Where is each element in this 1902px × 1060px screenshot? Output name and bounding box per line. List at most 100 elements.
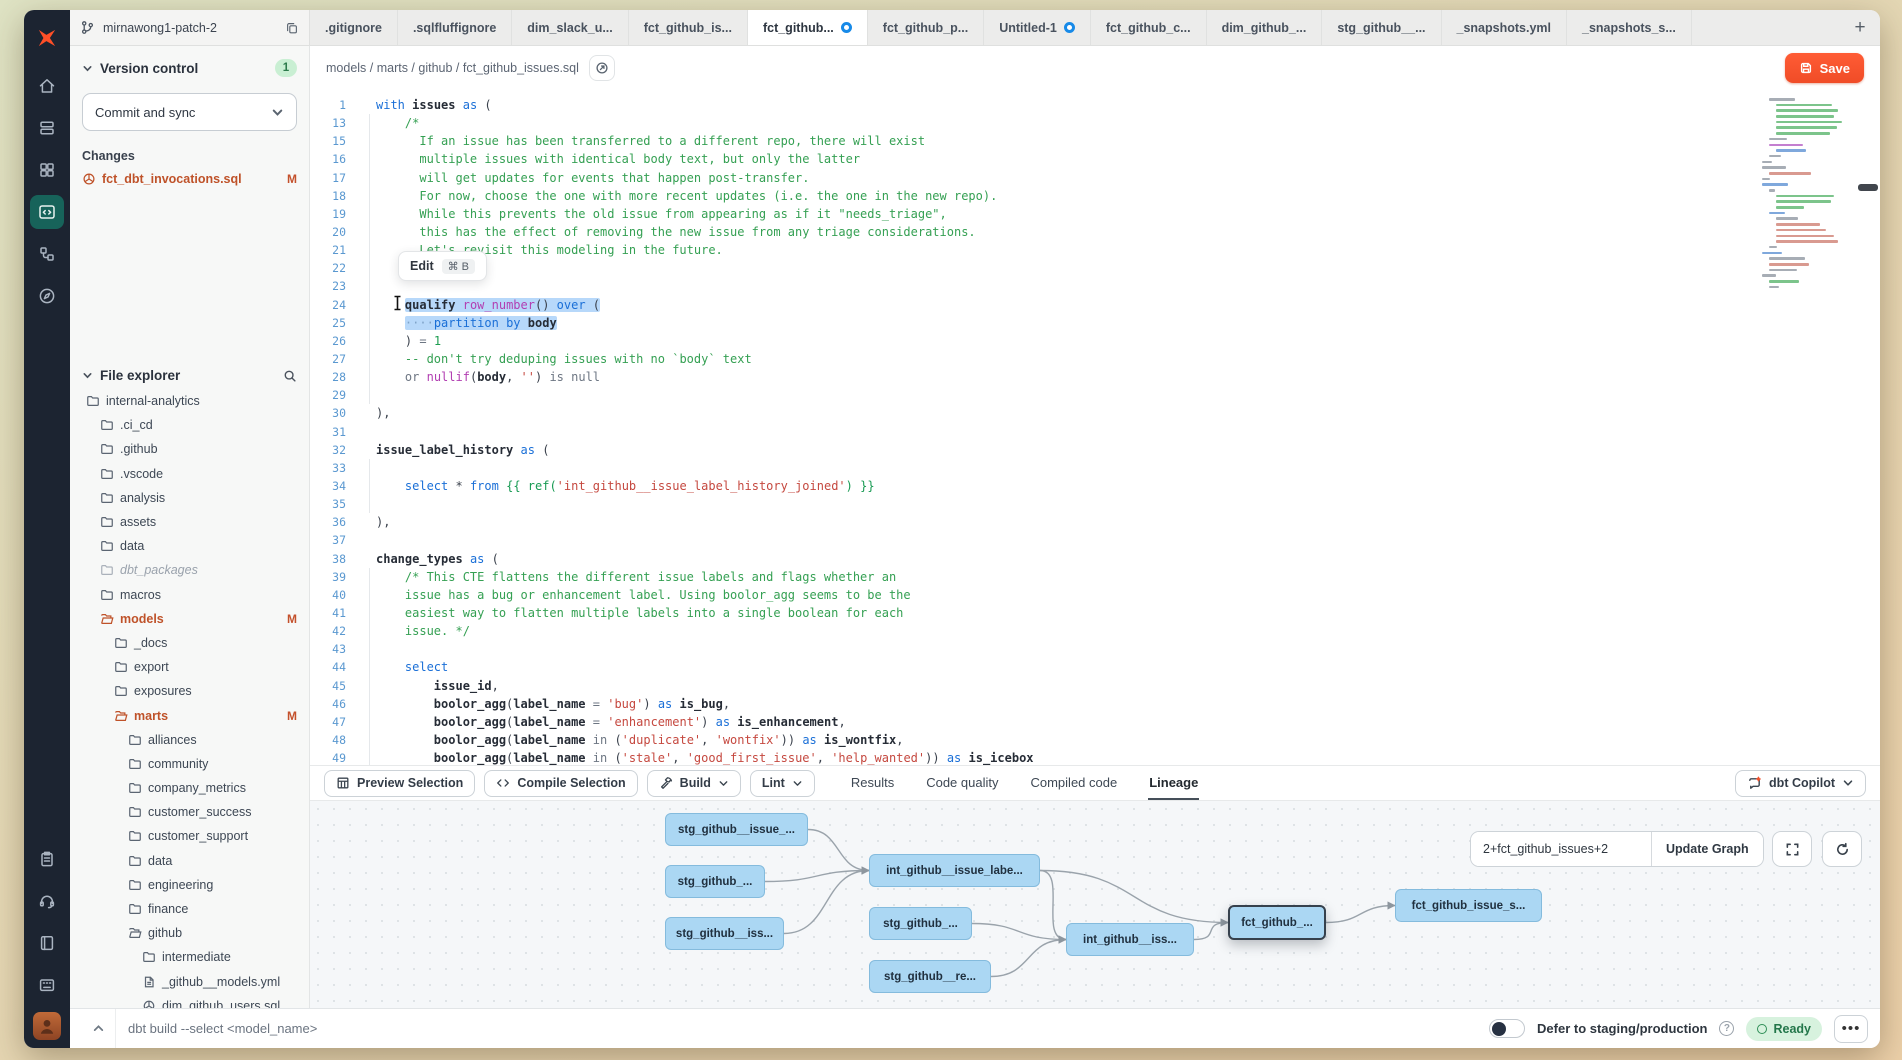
changed-file-row[interactable]: fct_dbt_invocations.sql M — [82, 172, 297, 186]
code-line-1[interactable]: 1with issues as ( — [310, 96, 1880, 114]
lineage-node-stg_github_-[interactable]: stg_github_... — [665, 865, 765, 898]
file-action-icon[interactable] — [589, 55, 615, 81]
code-line-33[interactable]: 33 — [310, 459, 1880, 477]
code-line-39[interactable]: 39 /* This CTE flattens the different is… — [310, 568, 1880, 586]
command-input[interactable]: dbt build --select <model_name> — [128, 1021, 1477, 1036]
code-line-17[interactable]: 17 will get updates for events that happ… — [310, 169, 1880, 187]
build-button[interactable]: Build — [647, 770, 741, 797]
dbt-copilot-button[interactable]: dbt Copilot — [1735, 770, 1866, 797]
lineage-node-stg_github_-[interactable]: stg_github_... — [869, 907, 972, 940]
code-line-21[interactable]: 21 Let's revisit this modeling in the fu… — [310, 241, 1880, 259]
fullscreen-button[interactable] — [1772, 831, 1812, 867]
refresh-graph-button[interactable] — [1822, 831, 1862, 867]
code-line-36[interactable]: 36), — [310, 513, 1880, 531]
expand-command-panel-button[interactable] — [82, 1009, 116, 1048]
code-line-20[interactable]: 20 this has the effect of removing the n… — [310, 223, 1880, 241]
code-line-38[interactable]: 38change_types as ( — [310, 550, 1880, 568]
scrollbar-thumb[interactable] — [1858, 184, 1878, 191]
code-line-13[interactable]: 13 /* — [310, 114, 1880, 132]
code-line-40[interactable]: 40 issue has a bug or enhancement label.… — [310, 586, 1880, 604]
tree-item-finance[interactable]: finance — [82, 897, 297, 921]
code-line-25[interactable]: 25 ····partition by body — [310, 314, 1880, 332]
tree-item-dim_github_users-sql[interactable]: dim_github_users.sql — [82, 994, 297, 1008]
support-headset-icon[interactable] — [30, 884, 64, 918]
code-line-26[interactable]: 26 ) = 1 — [310, 332, 1880, 350]
apps-grid-icon[interactable] — [30, 153, 64, 187]
lineage-node-stg_github__re-[interactable]: stg_github__re... — [869, 960, 991, 993]
code-line-22[interactable]: 22 — [310, 259, 1880, 277]
tree-item-_github__models-yml[interactable]: _github__models.yml — [82, 970, 297, 994]
lineage-selector-input[interactable] — [1471, 832, 1651, 866]
tree-item-alliances[interactable]: alliances — [82, 728, 297, 752]
tab-fct_github_c-[interactable]: fct_github_c... — [1091, 10, 1207, 45]
preview-selection-button[interactable]: Preview Selection — [324, 770, 475, 797]
code-line-23[interactable]: 23 — [310, 277, 1880, 295]
tab--gitignore[interactable]: .gitignore — [310, 10, 398, 45]
tree-item-engineering[interactable]: engineering — [82, 873, 297, 897]
home-icon[interactable] — [30, 69, 64, 103]
code-line-45[interactable]: 45 issue_id, — [310, 677, 1880, 695]
commit-and-sync-dropdown[interactable]: Commit and sync — [82, 93, 297, 131]
lineage-node-stg_github__iss-[interactable]: stg_github__iss... — [665, 917, 784, 950]
tree-item-data[interactable]: data — [82, 534, 297, 558]
tree-item-marts[interactable]: martsM — [82, 703, 297, 727]
tree-item-analysis[interactable]: analysis — [82, 486, 297, 510]
tab-code-quality[interactable]: Code quality — [925, 766, 999, 800]
tree-item-models[interactable]: modelsM — [82, 607, 297, 631]
code-line-42[interactable]: 42 issue. */ — [310, 622, 1880, 640]
tree-item-community[interactable]: community — [82, 752, 297, 776]
tab-untitled-1[interactable]: Untitled-1 — [984, 10, 1091, 45]
tree-item-intermediate[interactable]: intermediate — [82, 945, 297, 969]
tree-item--ci_cd[interactable]: .ci_cd — [82, 413, 297, 437]
shortcuts-keyboard-icon[interactable] — [30, 968, 64, 1002]
defer-toggle[interactable] — [1489, 1019, 1525, 1038]
code-line-30[interactable]: 30), — [310, 404, 1880, 422]
code-line-37[interactable]: 37 — [310, 531, 1880, 549]
tab-compiled-code[interactable]: Compiled code — [1029, 766, 1118, 800]
tab-fct_github_p-[interactable]: fct_github_p... — [868, 10, 984, 45]
git-branch-selector[interactable]: mirnawong1-patch-2 — [70, 10, 310, 45]
code-line-15[interactable]: 15 If an issue has been transferred to a… — [310, 132, 1880, 150]
code-line-18[interactable]: 18 For now, choose the one with more rec… — [310, 187, 1880, 205]
deploy-jobs-icon[interactable] — [30, 111, 64, 145]
code-minimap[interactable] — [1762, 98, 1858, 291]
tree-item-data[interactable]: data — [82, 849, 297, 873]
tree-item-_docs[interactable]: _docs — [82, 631, 297, 655]
code-line-27[interactable]: 27 -- don't try deduping issues with no … — [310, 350, 1880, 368]
tab-fct_github-[interactable]: fct_github... — [748, 10, 868, 45]
code-line-29[interactable]: 29 — [310, 386, 1880, 404]
explore-compass-icon[interactable] — [30, 279, 64, 313]
tree-item-assets[interactable]: assets — [82, 510, 297, 534]
code-line-41[interactable]: 41 easiest way to flatten multiple label… — [310, 604, 1880, 622]
lineage-node-fct_github_issue_s-[interactable]: fct_github_issue_s... — [1395, 889, 1542, 922]
code-line-47[interactable]: 47 boolor_agg(label_name = 'enhancement'… — [310, 713, 1880, 731]
code-line-49[interactable]: 49 boolor_agg(label_name in ('stale', 'g… — [310, 749, 1880, 765]
code-line-46[interactable]: 46 boolor_agg(label_name = 'bug') as is_… — [310, 695, 1880, 713]
file-explorer-header[interactable]: File explorer — [82, 368, 297, 383]
version-control-header[interactable]: Version control 1 — [82, 59, 297, 77]
edit-tooltip[interactable]: Edit ⌘ B — [398, 251, 487, 281]
code-line-19[interactable]: 19 While this prevents the old issue fro… — [310, 205, 1880, 223]
more-options-button[interactable]: ••• — [1834, 1015, 1868, 1043]
code-line-43[interactable]: 43 — [310, 640, 1880, 658]
lineage-node-fct_github_-[interactable]: fct_github_... — [1228, 905, 1326, 940]
code-line-35[interactable]: 35 — [310, 495, 1880, 513]
tree-item-company_metrics[interactable]: company_metrics — [82, 776, 297, 800]
tab-dim_slack_u-[interactable]: dim_slack_u... — [512, 10, 628, 45]
tree-item-internal-analytics[interactable]: internal-analytics — [82, 389, 297, 413]
code-line-48[interactable]: 48 boolor_agg(label_name in ('duplicate'… — [310, 731, 1880, 749]
tab-fct_github_is-[interactable]: fct_github_is... — [629, 10, 748, 45]
tab-dim_github_-[interactable]: dim_github_... — [1207, 10, 1323, 45]
help-icon[interactable]: ? — [1719, 1021, 1734, 1036]
changelog-icon[interactable] — [30, 842, 64, 876]
update-graph-button[interactable]: Update Graph — [1651, 832, 1763, 866]
tree-item-export[interactable]: export — [82, 655, 297, 679]
code-line-16[interactable]: 16 multiple issues with identical body t… — [310, 150, 1880, 168]
lineage-node-stg_github__issue_-[interactable]: stg_github__issue_... — [665, 813, 808, 846]
tab-_snapshots_s-[interactable]: _snapshots_s... — [1567, 10, 1692, 45]
code-editor[interactable]: 1with issues as (13 /*15 If an issue has… — [310, 90, 1880, 765]
tree-item-exposures[interactable]: exposures — [82, 679, 297, 703]
branch-compare-icon[interactable] — [30, 237, 64, 271]
tree-item-macros[interactable]: macros — [82, 583, 297, 607]
code-line-34[interactable]: 34 select * from {{ ref('int_github__iss… — [310, 477, 1880, 495]
